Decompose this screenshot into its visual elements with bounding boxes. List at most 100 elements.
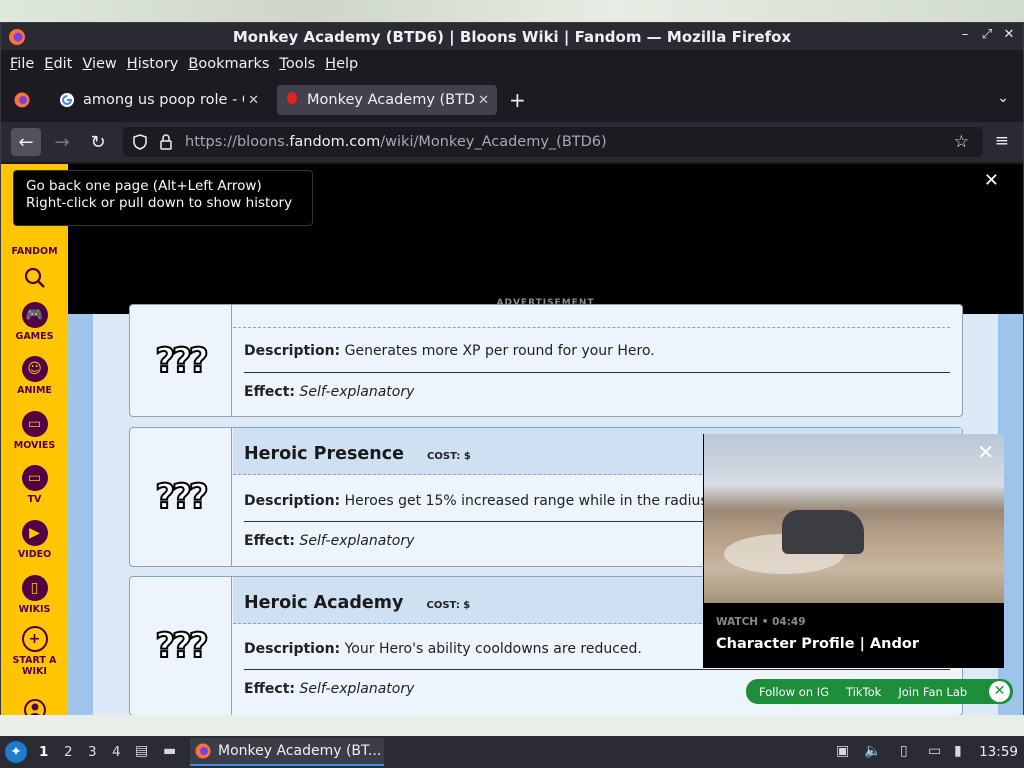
tab-title: among us poop role - Go <box>83 92 244 108</box>
upgrade-name: Heroic Presence <box>244 444 404 464</box>
upgrade-effect: Effect: Self-explanatory <box>244 681 415 697</box>
tab-list-chevron-icon[interactable]: ⌄ <box>997 90 1009 106</box>
games-icon: 🎮 <box>21 302 48 328</box>
video-thumbnail[interactable] <box>704 434 1004 603</box>
back-button[interactable]: ← <box>11 128 41 156</box>
upgrade-description: Description: Your Hero's ability cooldow… <box>244 641 642 657</box>
rail-item-tv[interactable]: ▭ TV <box>1 465 68 505</box>
desktop-wallpaper <box>0 0 1024 22</box>
anime-icon: ☺ <box>21 356 48 382</box>
forward-button[interactable]: → <box>47 128 77 156</box>
video-meta: WATCH • 04:49 <box>716 616 806 628</box>
divider <box>244 372 950 373</box>
maximize-button[interactable]: ⤢ <box>979 27 995 42</box>
lock-icon[interactable] <box>157 133 175 151</box>
tv-icon: ▭ <box>21 465 48 491</box>
window-title: Monkey Academy (BTD6) | Bloons Wiki | Fa… <box>232 27 792 46</box>
upgrade-name: Heroic Academy <box>244 593 404 613</box>
close-window-button[interactable]: ✕ <box>1001 27 1017 42</box>
fandom-brand[interactable]: FANDOM <box>1 246 68 257</box>
upgrade-cost: COST: $ <box>426 600 471 611</box>
title-bar: Monkey Academy (BTD6) | Bloons Wiki | Fa… <box>1 23 1023 50</box>
rail-item-start-a-wiki[interactable]: + START A WIKI <box>1 626 68 677</box>
upgrade-effect: Effect: Self-explanatory <box>244 533 415 549</box>
taskbar-firefox-window[interactable]: Monkey Academy (BT... <box>190 738 384 766</box>
join-fan-lab-link[interactable]: Join Fan Lab <box>898 685 967 699</box>
menu-tools[interactable]: Tools <box>274 56 320 72</box>
back-button-tooltip: Go back one page (Alt+Left Arrow) Right-… <box>13 170 313 226</box>
volume-icon[interactable]: 🔈 <box>864 743 881 759</box>
tracking-shield-icon[interactable] <box>131 133 149 151</box>
rail-item-wikis[interactable]: ▯ WIKIS <box>1 575 68 615</box>
firefox-view-icon[interactable] <box>13 91 31 109</box>
rail-item-video[interactable]: ▶ VIDEO <box>1 520 68 560</box>
tab-bar: among us poop role - Go ✕ Monkey Academy… <box>1 78 1023 122</box>
video-frame-car <box>782 510 864 554</box>
account-icon[interactable] <box>1 698 68 715</box>
wikis-icon: ▯ <box>21 575 48 601</box>
menu-bookmarks[interactable]: Bookmarks <box>183 56 274 72</box>
movies-icon: ▭ <box>21 411 48 437</box>
app-menu-icon[interactable]: ≡ <box>995 131 1009 151</box>
social-follow-bar: Follow on IG TikTok Join Fan Lab ✕ <box>746 679 1013 704</box>
video-player-popup[interactable]: ✕ WATCH • 04:49 Character Profile | Ando… <box>703 434 1004 668</box>
clipboard-icon[interactable]: ▣ <box>836 743 849 759</box>
url-bar[interactable]: https://bloons.fandom.com/wiki/Monkey_Ac… <box>123 127 983 157</box>
display-icon[interactable]: ▭ <box>928 743 941 759</box>
fandom-global-nav: FANDOM 🎮 GAMES ☺ ANIME ▭ MOVIES ▭ TV ▶ VIDEO … <box>1 164 68 715</box>
menu-view[interactable]: View <box>77 56 121 72</box>
notes-icon[interactable]: ▯ <box>900 743 908 759</box>
firefox-icon <box>195 743 211 759</box>
upgrade-image-placeholder: ??? <box>130 428 232 566</box>
search-icon[interactable] <box>1 266 68 293</box>
video-icon: ▶ <box>21 520 48 546</box>
plus-icon: + <box>21 626 48 652</box>
video-close-icon[interactable]: ✕ <box>977 440 994 464</box>
tab-close-icon[interactable]: ✕ <box>248 93 259 108</box>
google-icon <box>60 93 74 107</box>
clock: 13:59 <box>979 744 1018 760</box>
navigation-bar: ← → ↻ https://bloons.fandom.com/wiki/Mon… <box>1 122 1023 162</box>
menu-file[interactable]: File <box>5 56 39 72</box>
follow-instagram-link[interactable]: Follow on IG <box>759 685 829 699</box>
network-icon[interactable]: ▮ <box>954 743 962 759</box>
rail-item-anime[interactable]: ☺ ANIME <box>1 356 68 396</box>
new-tab-icon[interactable]: + <box>509 88 526 112</box>
upgrade-effect: Effect: Self-explanatory <box>244 384 415 400</box>
workspace-4[interactable]: 4 <box>112 744 121 760</box>
upgrade-description: Description: Generates more XP per round… <box>244 343 655 359</box>
menu-history[interactable]: History <box>122 56 184 72</box>
tiktok-link[interactable]: TikTok <box>846 685 881 699</box>
file-manager-icon[interactable]: ▤ <box>135 743 148 759</box>
menu-help[interactable]: Help <box>320 56 363 72</box>
menu-edit[interactable]: Edit <box>39 56 77 72</box>
upgrade-description: Description: Heroes get 15% increased ra… <box>244 493 754 509</box>
upgrade-cost: COST: $ <box>427 451 471 462</box>
reload-button[interactable]: ↻ <box>83 128 113 156</box>
workspace-2[interactable]: 2 <box>64 744 73 760</box>
firefox-logo-icon <box>9 29 25 45</box>
bloons-icon <box>287 92 297 104</box>
menu-bar: File Edit View History Bookmarks Tools H… <box>1 50 1023 78</box>
minimize-button[interactable]: – <box>957 27 973 42</box>
rail-item-movies[interactable]: ▭ MOVIES <box>1 411 68 451</box>
rail-item-games[interactable]: 🎮 GAMES <box>1 302 68 342</box>
upgrade-image-placeholder: ??? <box>130 305 232 416</box>
tab-monkey-academy[interactable]: Monkey Academy (BTD6) ✕ <box>277 85 497 115</box>
social-close-icon[interactable]: ✕ <box>989 681 1010 702</box>
url-text: https://bloons.fandom.com/wiki/Monkey_Ac… <box>185 134 607 150</box>
start-menu-icon[interactable]: ✦ <box>5 741 27 763</box>
taskbar: ✦ 1 2 3 4 ▤ ▬ Monkey Academy (BT... ▣ 🔈 … <box>0 736 1024 768</box>
upgrade-card: ??? Description: Generates more XP per r… <box>129 304 963 417</box>
workspace-3[interactable]: 3 <box>88 744 97 760</box>
tab-close-icon[interactable]: ✕ <box>478 93 489 108</box>
tab-google-search[interactable]: among us poop role - Go ✕ <box>51 85 267 115</box>
workspace-1[interactable]: 1 <box>39 744 48 760</box>
tab-title: Monkey Academy (BTD6) <box>307 92 475 108</box>
video-title[interactable]: Character Profile | Andor <box>716 636 919 652</box>
show-desktop-icon[interactable]: ▬ <box>163 743 176 759</box>
upgrade-image-placeholder: ??? <box>130 577 232 715</box>
ad-close-icon[interactable]: ✕ <box>984 170 999 191</box>
bookmark-star-icon[interactable]: ☆ <box>954 132 969 152</box>
divider <box>244 669 950 670</box>
